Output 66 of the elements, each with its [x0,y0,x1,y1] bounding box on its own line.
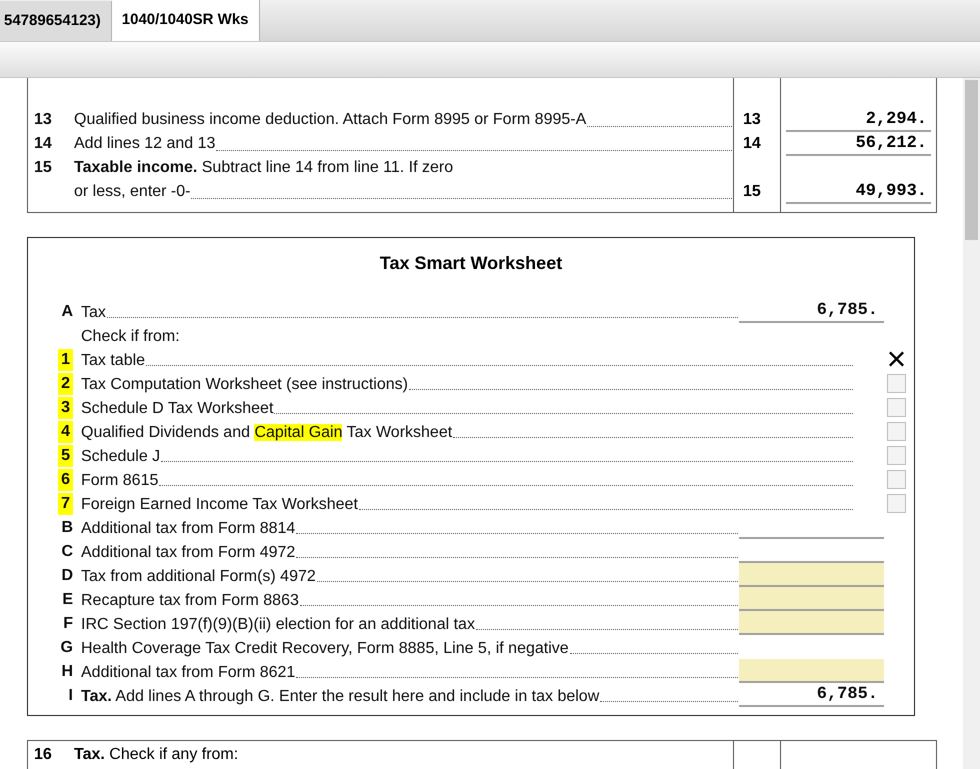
line-label: 5 [58,445,73,467]
tab[interactable]: 1040/1040SR Wks [112,0,260,41]
line-description: Tax [81,303,106,323]
amount-field: 6,785. [739,301,884,323]
input-field[interactable] [739,659,884,683]
x-mark-icon [888,350,905,368]
line-number: 13 [34,110,53,130]
input-field[interactable] [739,611,884,635]
line-description: Schedule J [81,447,160,467]
line-description: Tax Computation Worksheet (see instructions) [81,375,408,395]
line-description: IRC Section 197(f)(9)(B)(ii) election for an additional tax [81,615,475,635]
line-label: I [68,686,73,706]
line-label: 2 [58,373,73,395]
line-description: Additional tax from Form 8621 [81,663,296,683]
line-label: B [61,518,73,538]
amount-field: 56,212. [786,134,931,156]
tab[interactable]: 54789654123) [0,1,112,41]
checkbox[interactable] [887,422,906,440]
line-description: Tax. Check if any from: [74,746,238,764]
input-field[interactable] [739,587,884,611]
line-description: Health Coverage Tax Credit Recovery, Form 8885, Line 5, if negative [81,639,569,659]
line-description: Tax. Add lines A through G. Enter the result here and include in tax below [81,687,600,707]
checkbox[interactable] [887,374,906,392]
line-number: 16 [34,746,53,764]
line-description: Foreign Earned Income Tax Worksheet [81,495,358,515]
line-label: G [60,638,73,658]
line-description: Tax from additional Form(s) 4972 [81,567,316,587]
line-heading: Check if from: [81,327,180,347]
line-label: 1 [58,349,73,371]
line-label: E [62,590,73,610]
line-number: 15 [34,158,53,178]
line-label: F [63,614,73,634]
line-description: Add lines 12 and 13 [74,134,216,154]
line-number: 15 [743,182,761,202]
line-label: C [61,542,73,562]
line-number: 13 [743,110,761,130]
checkbox[interactable] [887,446,906,464]
line-number: 14 [743,134,761,154]
input-field[interactable] [739,563,884,587]
line-description: Taxable income. Subtract line 14 from line 11. If zero [74,158,454,178]
line-description: Qualified Dividends and Capital Gain Tax Worksheet [81,423,452,443]
line-label: 7 [58,493,73,515]
line-description: Additional tax from Form 4972 [81,543,296,563]
worksheet-title: Tax Smart Worksheet [378,252,564,275]
line-label: H [61,662,73,682]
amount-field: 2,294. [786,110,931,132]
amount-field: 49,993. [786,182,931,204]
line-label: D [61,566,73,586]
line-description: Tax table [81,351,146,371]
checkbox[interactable] [887,494,906,512]
scrollbar[interactable] [963,78,980,769]
checkbox[interactable] [887,470,906,488]
line-description: Additional tax from Form 8814 [81,519,296,539]
line-label: 4 [58,421,73,443]
line-description: Recapture tax from Form 8863 [81,591,299,611]
line-description: Qualified business income deduction. Attach Form 8995 or Form 8995-A [74,110,586,130]
line-description: Form 8615 [81,471,158,491]
amount-field: 6,785. [739,685,884,707]
checkbox[interactable] [887,398,906,416]
line-label: 3 [58,397,73,419]
line-number: 14 [34,134,53,154]
line-label: A [61,302,73,322]
line-label: 6 [58,469,73,491]
line-description: Schedule D Tax Worksheet [81,399,274,419]
line-description: or less, enter -0- [74,182,190,202]
checkbox[interactable] [887,350,906,368]
